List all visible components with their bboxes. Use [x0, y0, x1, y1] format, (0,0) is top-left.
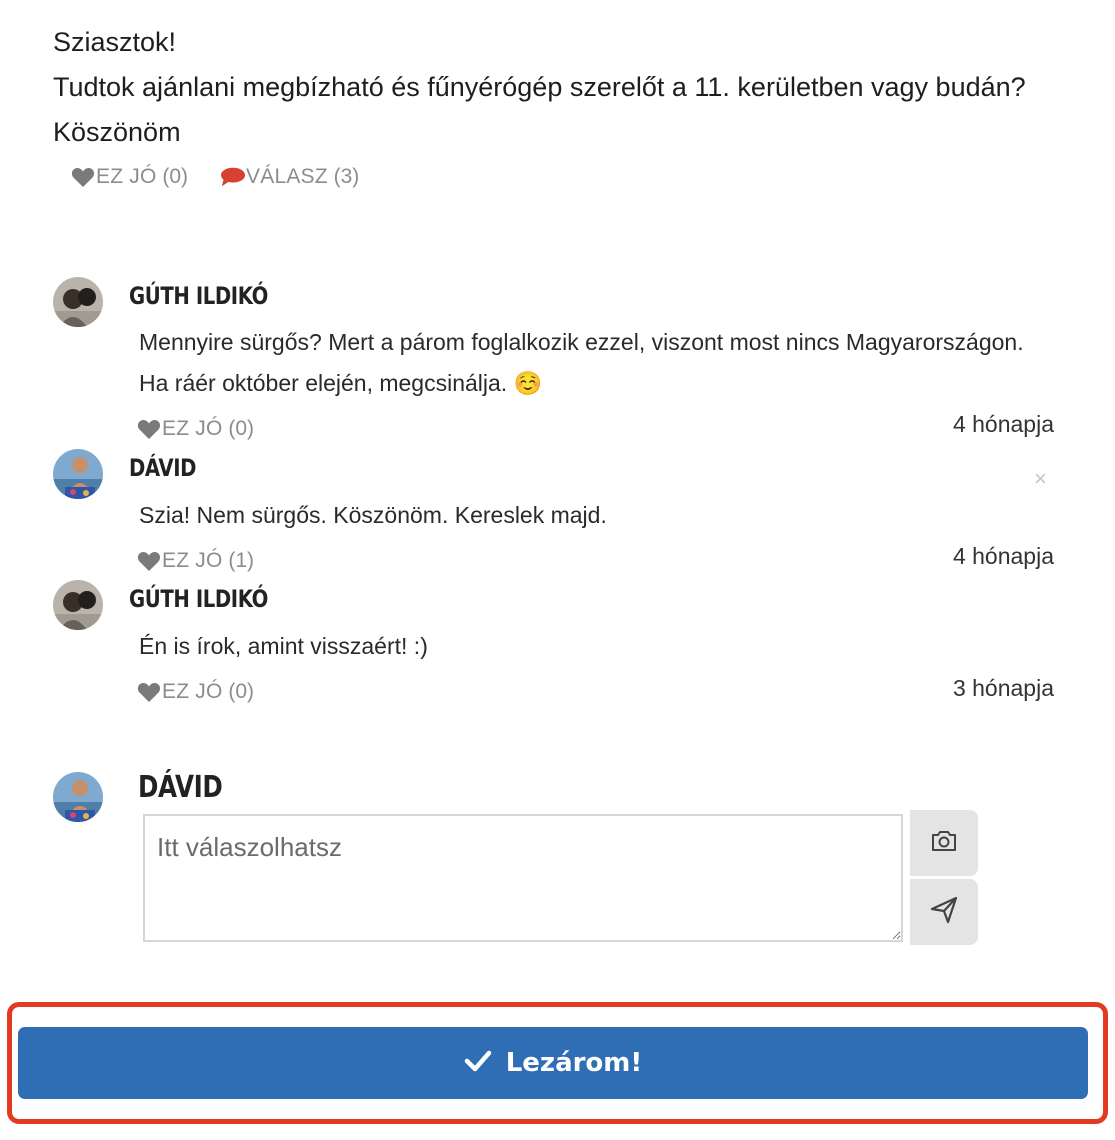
post-line: Köszönöm — [53, 117, 181, 147]
comment-line: Én is írok, amint visszaért! :) — [139, 633, 428, 659]
comment-author[interactable]: DÁVID — [129, 454, 196, 482]
reply-author: DÁVID — [138, 770, 223, 805]
like-label: EZ JÓ — [96, 165, 157, 188]
comment-line: Mennyire sürgős? Mert a párom foglalkozi… — [139, 329, 1024, 355]
reply-input[interactable] — [143, 814, 903, 942]
like-count: (1) — [228, 549, 255, 572]
camera-icon — [930, 829, 958, 858]
heart-icon — [136, 681, 162, 703]
avatar — [53, 772, 103, 822]
send-button[interactable] — [910, 879, 978, 945]
comment-text: Én is írok, amint visszaért! :) — [139, 626, 428, 667]
speech-bubble-icon — [220, 166, 246, 188]
heart-icon — [136, 550, 162, 572]
comment-actions: EZ JÓ (0) — [136, 680, 254, 704]
comment-like-button[interactable]: EZ JÓ (1) — [136, 549, 254, 573]
like-label: EZ JÓ — [162, 417, 223, 440]
post-body: Sziasztok! Tudtok ajánlani megbízható és… — [53, 20, 1093, 155]
comment-actions: EZ JÓ (1) — [136, 549, 254, 573]
reply-label: VÁLASZ — [246, 165, 328, 188]
close-thread-label: Lezárom! — [505, 1048, 643, 1078]
like-count: (0) — [162, 165, 189, 188]
post-like-button[interactable]: EZ JÓ (0) — [70, 165, 188, 189]
comment-line: Szia! Nem sürgős. Köszönöm. Kereslek maj… — [139, 502, 607, 528]
comment-text: Mennyire sürgős? Mert a párom foglalkozi… — [139, 322, 1024, 404]
reply-count: (3) — [333, 165, 360, 188]
comment-author[interactable]: GÚTH ILDIKÓ — [129, 585, 268, 613]
like-count: (0) — [228, 680, 255, 703]
post-reply-button[interactable]: VÁLASZ (3) — [220, 165, 359, 189]
photo-upload-button[interactable] — [910, 810, 978, 876]
close-thread-button[interactable]: Lezárom! — [18, 1027, 1088, 1099]
paper-plane-icon — [929, 895, 959, 930]
heart-icon — [70, 166, 96, 188]
comment-like-button[interactable]: EZ JÓ (0) — [136, 680, 254, 704]
like-count: (0) — [228, 417, 255, 440]
comment-like-button[interactable]: EZ JÓ (0) — [136, 417, 254, 441]
comment-line: Ha ráér október elején, megcsinálja. ☺️ — [139, 370, 543, 396]
heart-icon — [136, 418, 162, 440]
post-line: Tudtok ajánlani megbízható és fűnyérógép… — [53, 72, 1026, 102]
comment-timestamp: 4 hónapja — [952, 411, 1054, 437]
comment-text: Szia! Nem sürgős. Köszönöm. Kereslek maj… — [139, 495, 607, 536]
post-line: Sziasztok! — [53, 27, 177, 57]
like-label: EZ JÓ — [162, 549, 223, 572]
close-icon[interactable]: × — [1034, 466, 1047, 492]
avatar[interactable] — [53, 277, 103, 327]
post-actions: EZ JÓ (0) VÁLASZ (3) — [70, 165, 359, 189]
comment-author[interactable]: GÚTH ILDIKÓ — [129, 282, 268, 310]
comment-timestamp: 3 hónapja — [952, 675, 1054, 701]
comment-actions: EZ JÓ (0) — [136, 417, 254, 441]
checkmark-icon — [464, 1050, 492, 1077]
comment-timestamp: 4 hónapja — [952, 543, 1054, 569]
avatar[interactable] — [53, 580, 103, 630]
avatar[interactable] — [53, 449, 103, 499]
like-label: EZ JÓ — [162, 680, 223, 703]
